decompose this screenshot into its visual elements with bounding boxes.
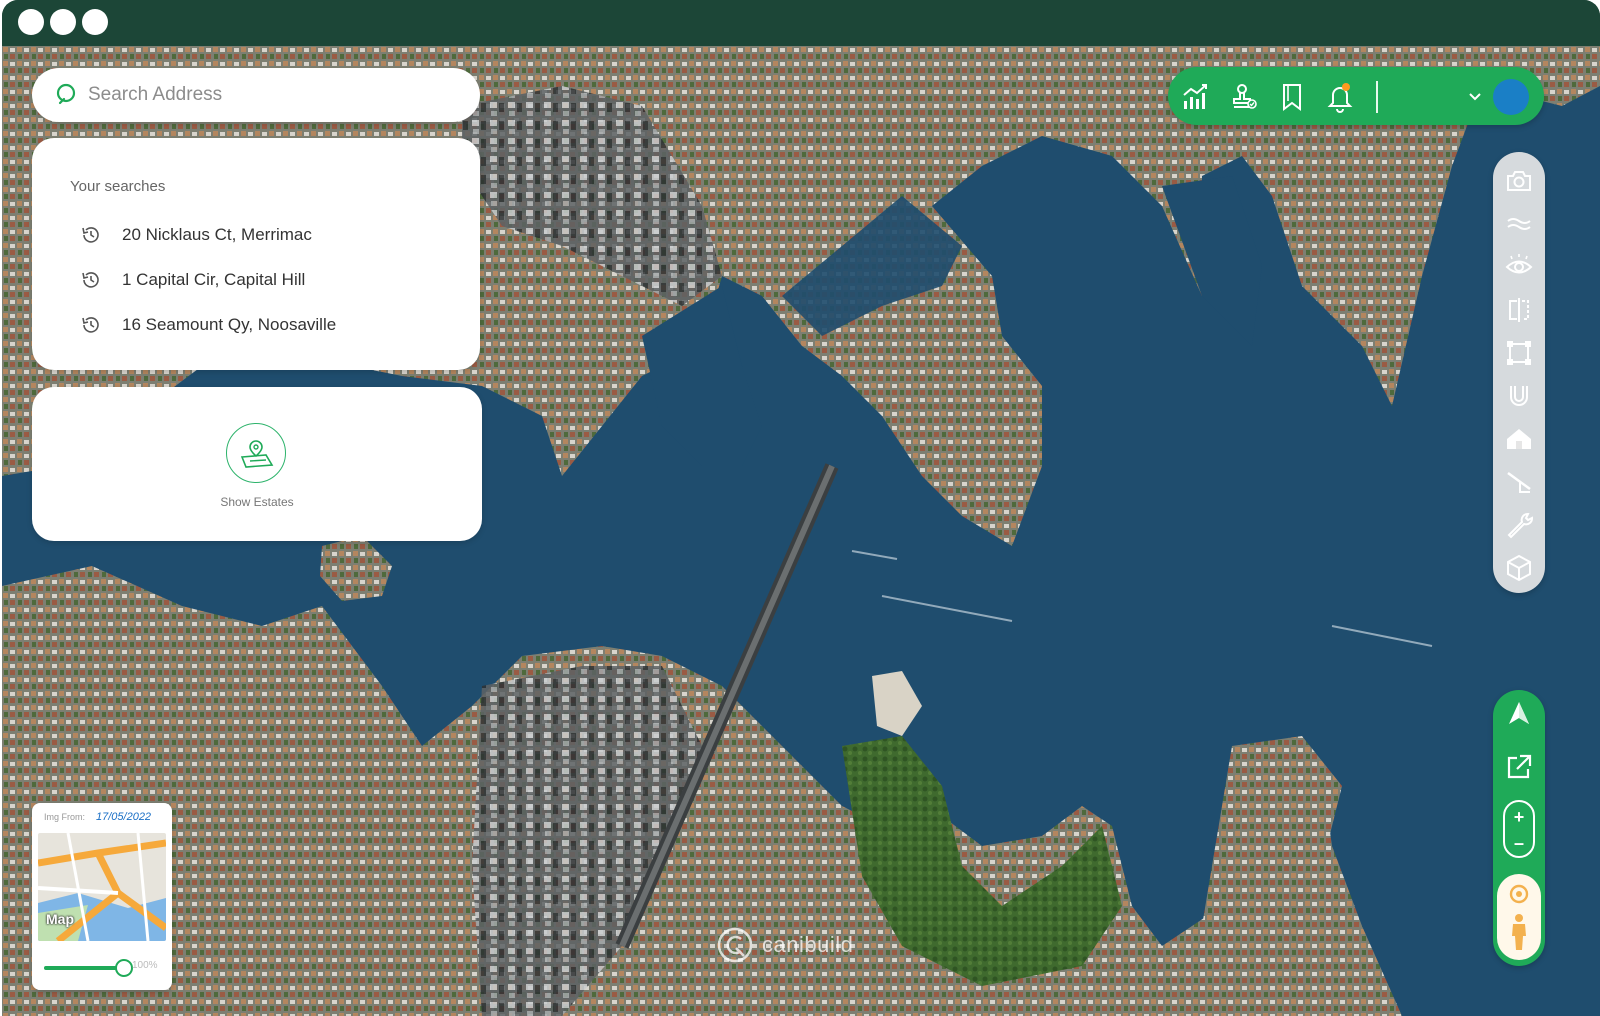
box-3d-icon[interactable]	[1504, 553, 1534, 583]
minimap-panel: Img From: 17/05/2022 Map 100%	[32, 803, 172, 990]
analytics-chart-icon[interactable]	[1180, 81, 1212, 113]
wrench-icon[interactable]	[1504, 510, 1534, 540]
external-link-icon[interactable]	[1504, 752, 1534, 782]
opacity-slider[interactable]	[44, 959, 133, 977]
brand-name: canibuild	[762, 932, 854, 957]
map-tools-toolbar	[1493, 152, 1545, 593]
brand-logo-icon	[717, 927, 753, 963]
opacity-slider-thumb[interactable]	[115, 959, 133, 977]
show-estates-label: Show Estates	[220, 495, 294, 509]
history-icon	[82, 227, 99, 243]
toolbar-divider	[1376, 81, 1378, 113]
search-input[interactable]	[88, 84, 448, 106]
navigation-controls: + –	[1493, 690, 1545, 966]
zoom-in-button[interactable]: +	[1505, 804, 1533, 830]
measure-area-icon[interactable]	[1504, 338, 1534, 368]
search-icon	[56, 83, 76, 105]
zoom-out-button[interactable]: –	[1505, 830, 1533, 856]
magnet-icon[interactable]	[1504, 381, 1534, 411]
show-estates-button[interactable]	[226, 423, 286, 483]
stamp-icon[interactable]	[1228, 81, 1260, 113]
slope-icon[interactable]	[1504, 467, 1534, 497]
img-date[interactable]: 17/05/2022	[96, 811, 151, 823]
recent-search-label: 1 Capital Cir, Capital Hill	[122, 270, 306, 289]
img-from-label: Img From:	[44, 812, 86, 822]
street-view-control[interactable]	[1497, 874, 1541, 960]
water-waves-icon[interactable]	[1504, 209, 1534, 239]
history-icon	[82, 317, 99, 333]
recent-search-item[interactable]: 16 Seamount Qy, Noosaville	[80, 310, 336, 340]
satellite-map[interactable]: Your searches 20 Nicklaus Ct, Merrimac 1…	[2, 46, 1600, 1016]
compass-north-icon[interactable]	[1504, 700, 1534, 730]
pegman-icon	[1509, 884, 1529, 950]
house-icon[interactable]	[1504, 424, 1534, 454]
top-toolbar	[1168, 67, 1544, 125]
opacity-slider-fill	[44, 966, 124, 970]
camera-icon[interactable]	[1504, 166, 1534, 196]
title-bar	[2, 0, 1600, 46]
split-view-icon[interactable]	[1504, 295, 1534, 325]
chevron-down-icon[interactable]	[1465, 87, 1485, 107]
notification-dot	[1342, 83, 1350, 91]
estate-map-pin-icon	[240, 440, 274, 468]
zoom-control: + –	[1503, 800, 1535, 858]
eye-icon[interactable]	[1504, 252, 1534, 282]
recent-search-item[interactable]: 1 Capital Cir, Capital Hill	[80, 265, 305, 295]
brand-watermark: canibuild	[716, 926, 853, 964]
window-maximize-button[interactable]	[82, 9, 108, 35]
history-icon	[82, 272, 99, 288]
recent-search-label: 20 Nicklaus Ct, Merrimac	[122, 225, 312, 244]
map-style-label: Map	[46, 911, 74, 927]
recent-search-label: 16 Seamount Qy, Noosaville	[122, 315, 337, 334]
window-close-button[interactable]	[18, 9, 44, 35]
app-window: Your searches 20 Nicklaus Ct, Merrimac 1…	[2, 0, 1600, 1016]
user-avatar[interactable]	[1493, 79, 1529, 115]
bookmark-icon[interactable]	[1276, 81, 1308, 113]
window-minimize-button[interactable]	[50, 9, 76, 35]
opacity-percent-label: 100%	[132, 960, 158, 971]
search-box[interactable]	[32, 68, 480, 122]
recent-search-item[interactable]: 20 Nicklaus Ct, Merrimac	[80, 220, 312, 250]
bell-icon[interactable]	[1324, 81, 1356, 113]
recent-searches-panel: Your searches 20 Nicklaus Ct, Merrimac 1…	[32, 138, 480, 370]
recent-searches-title: Your searches	[70, 178, 166, 195]
estates-panel: Show Estates	[32, 387, 482, 541]
